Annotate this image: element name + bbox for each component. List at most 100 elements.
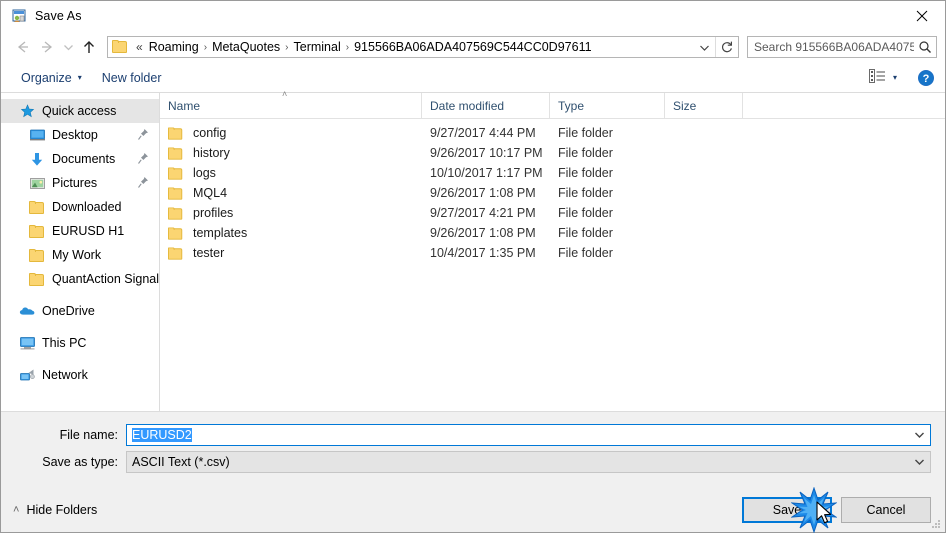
organize-button[interactable]: Organize ▾ [15,68,88,88]
column-header-name[interactable]: Name [160,93,422,118]
hide-folders-button[interactable]: ˄ Hide Folders [13,503,97,517]
table-row[interactable]: templates 9/26/2017 1:08 PM File folder [160,223,945,243]
command-bar: Organize ▾ New folder ▾ ? [1,63,945,93]
sort-ascending-icon: ˄ [282,89,288,99]
sidebar-item-pictures[interactable]: Pictures [1,171,159,195]
breadcrumb-overflow[interactable]: « [132,40,145,54]
column-header-type[interactable]: Type [550,93,665,118]
breadcrumb-item-0[interactable]: Roaming [145,40,203,54]
save-button[interactable]: Save [742,497,832,523]
file-name-cell: profiles [160,206,422,220]
save-form: File name: EURUSD2 Save as type: ASCII T… [1,411,945,488]
dialog-body: Quick access Desktop Documents Pictures … [1,89,945,411]
folder-icon [112,40,128,54]
save-as-icon [11,8,27,24]
table-row[interactable]: config 9/27/2017 4:44 PM File folder [160,123,945,143]
file-name-cell: MQL4 [160,186,422,200]
sidebar-item-onedrive[interactable]: OneDrive [1,299,159,323]
type-cell: File folder [558,246,613,260]
cancel-button[interactable]: Cancel [841,497,931,523]
recent-locations-chevron-down-icon[interactable] [59,35,77,59]
file-name-label: config [193,126,227,140]
resize-grip-icon[interactable] [930,518,942,530]
pin-icon[interactable] [137,128,149,141]
this-pc-icon [19,335,35,351]
new-folder-label: New folder [101,70,162,85]
date-modified-cell: 9/27/2017 4:44 PM [430,126,536,140]
table-row[interactable]: logs 10/10/2017 1:17 PM File folder [160,163,945,183]
view-list-icon [869,69,886,86]
breadcrumb-item-1[interactable]: MetaQuotes [208,40,284,54]
network-icon [19,367,35,383]
table-row[interactable]: MQL4 9/26/2017 1:08 PM File folder [160,183,945,203]
table-row[interactable]: profiles 9/27/2017 4:21 PM File folder [160,203,945,223]
file-name-input[interactable]: EURUSD2 [126,424,931,446]
file-name-cell: config [160,126,422,140]
save-as-type-select[interactable]: ASCII Text (*.csv) [126,451,931,473]
file-list-pane: ˄ Name Date modified Type Size config 9/… [160,89,945,411]
sidebar-item-network[interactable]: Network [1,363,159,387]
sidebar-item-label: Documents [52,152,116,166]
pin-icon[interactable] [137,152,149,165]
chevron-down-icon[interactable] [908,431,930,439]
sidebar-item-quantaction-signal[interactable]: QuantAction Signal [1,267,159,291]
address-bar[interactable]: « Roaming › MetaQuotes › Terminal › 9155… [107,36,739,58]
search-placeholder: Search 915566BA06ADA40756... [754,40,914,54]
table-row[interactable]: tester 10/4/2017 1:35 PM File folder [160,243,945,263]
folder-icon [29,247,45,263]
folder-icon [29,199,45,215]
file-rows: config 9/27/2017 4:44 PM File folder his… [160,119,945,411]
sidebar-item-my-work[interactable]: My Work [1,243,159,267]
documents-download-icon [29,151,45,167]
sidebar-item-this-pc[interactable]: This PC [1,331,159,355]
pin-icon[interactable] [137,176,149,189]
date-modified-cell: 9/27/2017 4:21 PM [430,206,536,220]
search-input[interactable]: Search 915566BA06ADA40756... [747,36,937,58]
folder-icon [168,146,183,160]
arrow-up-icon[interactable] [77,35,101,59]
help-icon[interactable]: ? [917,69,935,87]
save-as-type-row: Save as type: ASCII Text (*.csv) [1,451,945,473]
breadcrumb-item-3[interactable]: 915566BA06ADA407569C544CC0D97611 [350,40,595,54]
save-as-type-value: ASCII Text (*.csv) [132,455,230,469]
date-modified-cell: 10/4/2017 1:35 PM [430,246,536,260]
sidebar-item-eurusd-h1[interactable]: EURUSD H1 [1,219,159,243]
type-cell: File folder [558,206,613,220]
folder-icon [168,206,183,220]
table-row[interactable]: history 9/26/2017 10:17 PM File folder [160,143,945,163]
sidebar-item-documents[interactable]: Documents [1,147,159,171]
star-pin-icon [19,103,35,119]
file-name-cell: history [160,146,422,160]
arrow-right-icon[interactable] [35,35,59,59]
file-name-text: EURUSD2 [132,428,192,442]
sidebar-item-quick-access[interactable]: Quick access [1,99,159,123]
column-header-date-modified[interactable]: Date modified [422,93,550,118]
file-name-label: tester [193,246,225,260]
close-icon[interactable] [899,1,945,31]
address-chevron-down-icon[interactable] [693,37,715,57]
search-icon[interactable] [914,40,936,54]
date-modified-cell: 9/26/2017 10:17 PM [430,146,543,160]
column-header-size[interactable]: Size [665,93,743,118]
sidebar-item-desktop[interactable]: Desktop [1,123,159,147]
folder-icon [29,223,45,239]
dialog-footer: ˄ Hide Folders Save Cancel [1,488,945,532]
breadcrumb-item-2[interactable]: Terminal [290,40,345,54]
folder-icon [168,126,183,140]
sidebar-item-label: Desktop [52,128,98,142]
sidebar-item-label: OneDrive [42,304,95,318]
sidebar-item-label: Pictures [52,176,98,190]
type-cell: File folder [558,146,613,160]
file-name-label: File name: [59,428,118,442]
svg-text:?: ? [923,73,930,85]
arrow-left-icon[interactable] [11,35,35,59]
new-folder-button[interactable]: New folder [96,68,168,88]
sidebar-item-downloaded[interactable]: Downloaded [1,195,159,219]
folder-icon [168,246,183,260]
chevron-down-icon: ▾ [892,73,897,82]
file-name-label: profiles [193,206,234,220]
chevron-down-icon[interactable] [908,458,930,466]
refresh-icon[interactable] [715,37,738,57]
view-mode-button[interactable]: ▾ [865,67,901,88]
